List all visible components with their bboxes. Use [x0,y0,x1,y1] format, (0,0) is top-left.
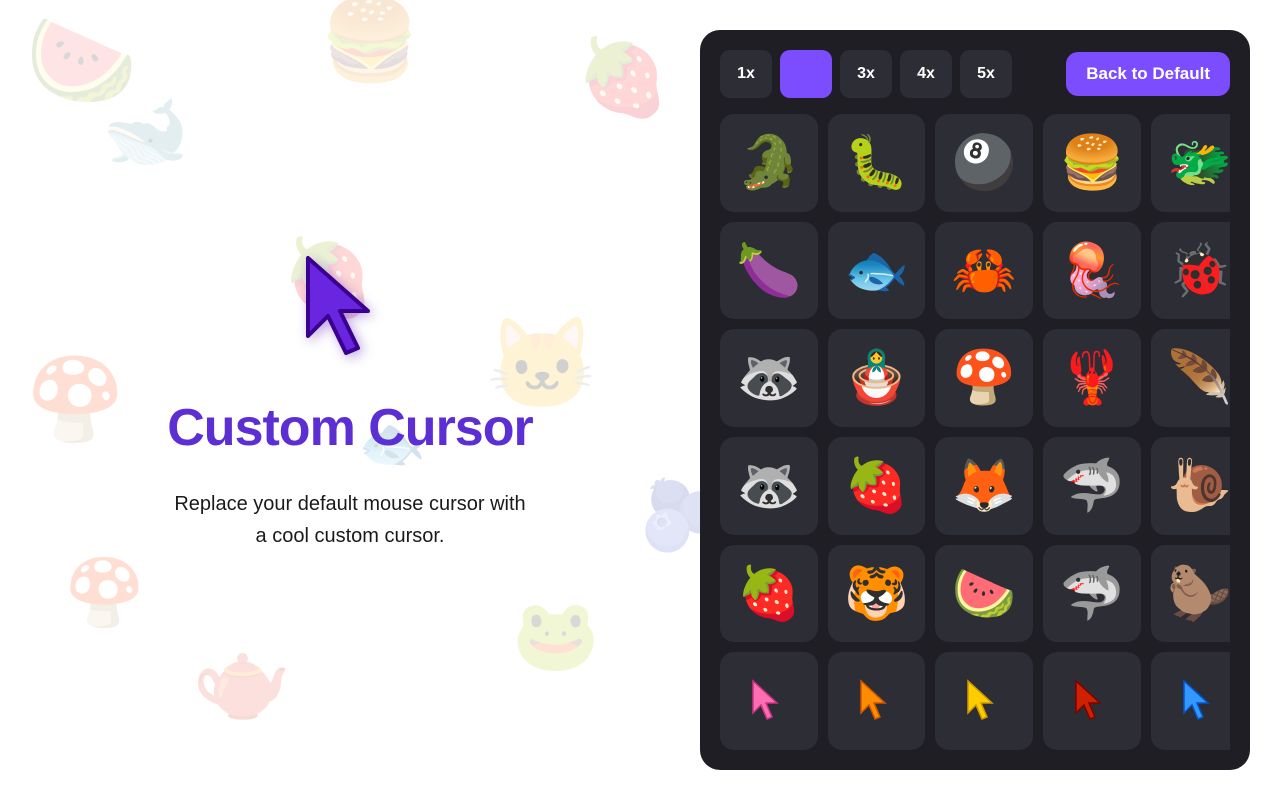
cursor-item-strawberry2[interactable]: 🍓 [720,545,818,643]
left-panel: Custom Cursor Replace your default mouse… [0,0,700,800]
cursor-item-fish[interactable]: 🐟 [828,222,926,320]
cursor-item-cursor-yellow[interactable] [935,652,1033,750]
cursor-item-burger[interactable]: 🍔 [1043,114,1141,212]
cursor-item-dragon[interactable]: 🐲 [1151,114,1230,212]
size-3x-button[interactable]: 3x [840,50,892,98]
cursor-item-ladybug[interactable]: 🐞 [1151,222,1230,320]
cursor-item-feather[interactable]: 🪶 [1151,329,1230,427]
cursor-item-eggplant[interactable]: 🍆 [720,222,818,320]
size-1x-button[interactable]: 1x [720,50,772,98]
hero-cursor [290,248,410,368]
right-panel: 1x 3x 4x 5x Back to Default 🐊🐛🎱🍔🐲 🍆🐟🦀🪼🐞 🦝🪆… [700,30,1250,770]
cursor-item-tiger[interactable]: 🐯 [828,545,926,643]
toolbar: 1x 3x 4x 5x Back to Default [720,50,1230,98]
cursor-item-raccoon2[interactable]: 🦝 [720,437,818,535]
cursor-item-crab[interactable]: 🦞 [1043,329,1141,427]
cursor-item-cursor-pink[interactable] [720,652,818,750]
cursor-item-totem[interactable]: 🪆 [828,329,926,427]
color-swatch[interactable] [780,50,832,98]
cursor-item-cursor-orange[interactable] [828,652,926,750]
cursor-item-jellyfish[interactable]: 🪼 [1043,222,1141,320]
cursor-item-8ball[interactable]: 🎱 [935,114,1033,212]
cursor-item-caterpillar[interactable]: 🐛 [828,114,926,212]
cursor-item-fox[interactable]: 🦊 [935,437,1033,535]
cursor-item-raccoon[interactable]: 🦝 [720,329,818,427]
cursor-item-cursor-red[interactable] [1043,652,1141,750]
cursor-item-crocodile[interactable]: 🐊 [720,114,818,212]
cursor-grid: 🐊🐛🎱🍔🐲🍆🐟🦀🪼🐞🦝🪆🍄🦞🪶🦝🍓🦊🦈🐌🍓🐯🍉🦈🦫 [720,114,1230,750]
cursor-item-watermelon[interactable]: 🍉 [935,545,1033,643]
cursor-item-shark[interactable]: 🦈 [1043,437,1141,535]
cursor-item-mushroom[interactable]: 🍄 [935,329,1033,427]
cursor-item-strawberry-eyes[interactable]: 🍓 [828,437,926,535]
page-title: Custom Cursor [167,398,532,458]
cursor-item-beaver[interactable]: 🦫 [1151,545,1230,643]
cursor-item-snail[interactable]: 🐌 [1151,437,1230,535]
cursor-item-shark2[interactable]: 🦈 [1043,545,1141,643]
cursor-item-crab-pink[interactable]: 🦀 [935,222,1033,320]
page-subtitle: Replace your default mouse cursor with a… [174,488,525,552]
cursor-item-cursor-blue[interactable] [1151,652,1230,750]
back-to-default-button[interactable]: Back to Default [1066,52,1230,96]
size-5x-button[interactable]: 5x [960,50,1012,98]
size-4x-button[interactable]: 4x [900,50,952,98]
